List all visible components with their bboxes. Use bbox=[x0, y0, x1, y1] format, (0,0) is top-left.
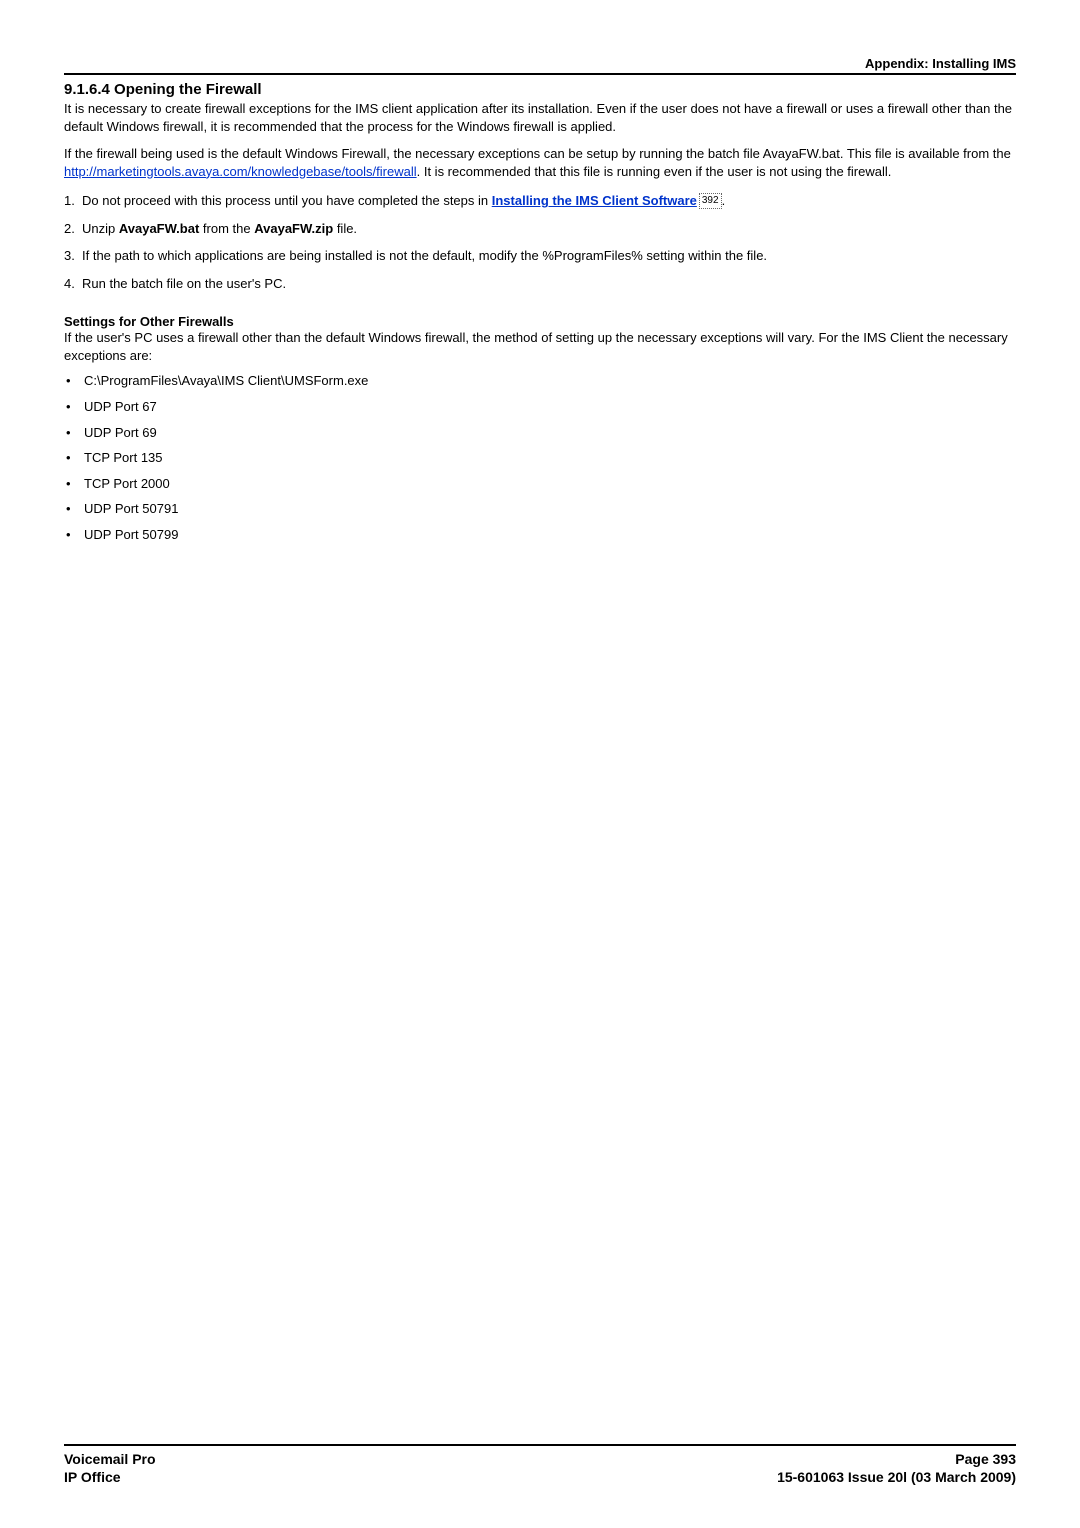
step3-text: If the path to which applications are be… bbox=[82, 247, 1016, 265]
step-number: 4. bbox=[64, 275, 82, 293]
exception-2: UDP Port 69 bbox=[84, 424, 157, 442]
exception-1: UDP Port 67 bbox=[84, 398, 157, 416]
step-1: 1. Do not proceed with this process unti… bbox=[64, 192, 1016, 210]
step-number: 2. bbox=[64, 220, 82, 238]
step1-text-b: . bbox=[722, 193, 726, 208]
page-content: Appendix: Installing IMS 9.1.6.4 Opening… bbox=[0, 0, 1080, 543]
list-item: C:\ProgramFiles\Avaya\IMS Client\UMSForm… bbox=[64, 372, 1016, 390]
exception-6: UDP Port 50799 bbox=[84, 526, 178, 544]
list-item: TCP Port 2000 bbox=[64, 475, 1016, 493]
step1-text-a: Do not proceed with this process until y… bbox=[82, 193, 492, 208]
appendix-title: Appendix: Installing IMS bbox=[865, 56, 1016, 71]
section-title-text: Opening the Firewall bbox=[114, 81, 262, 98]
section-heading: 9.1.6.4 Opening the Firewall bbox=[64, 81, 1016, 98]
step4-text: Run the batch file on the user's PC. bbox=[82, 275, 1016, 293]
firewall-kb-link[interactable]: http://marketingtools.avaya.com/knowledg… bbox=[64, 164, 417, 179]
other-firewalls-heading: Settings for Other Firewalls bbox=[64, 314, 1016, 329]
footer-issue: 15-601063 Issue 20l (03 March 2009) bbox=[777, 1468, 1016, 1486]
p2-text-b: . It is recommended that this file is ru… bbox=[417, 164, 892, 179]
step-2: 2. Unzip AvayaFW.bat from the AvayaFW.zi… bbox=[64, 220, 1016, 238]
page-ref-badge: 392 bbox=[699, 193, 722, 209]
step2-text-d: file. bbox=[333, 221, 357, 236]
step2-file-zip: AvayaFW.zip bbox=[254, 221, 333, 236]
intro-paragraph-2: If the firewall being used is the defaul… bbox=[64, 145, 1016, 180]
step-number: 1. bbox=[64, 192, 82, 210]
step2-file-bat: AvayaFW.bat bbox=[119, 221, 199, 236]
exceptions-list: C:\ProgramFiles\Avaya\IMS Client\UMSForm… bbox=[64, 372, 1016, 543]
list-item: TCP Port 135 bbox=[64, 449, 1016, 467]
step-number: 3. bbox=[64, 247, 82, 265]
install-client-xref-link[interactable]: Installing the IMS Client Software bbox=[492, 193, 697, 208]
exception-3: TCP Port 135 bbox=[84, 449, 163, 467]
exception-5: UDP Port 50791 bbox=[84, 500, 178, 518]
exception-4: TCP Port 2000 bbox=[84, 475, 170, 493]
footer-page: Page 393 bbox=[777, 1450, 1016, 1468]
other-firewalls-text: If the user's PC uses a firewall other t… bbox=[64, 329, 1016, 364]
step-4: 4. Run the batch file on the user's PC. bbox=[64, 275, 1016, 293]
step2-text-c: from the bbox=[199, 221, 254, 236]
list-item: UDP Port 50791 bbox=[64, 500, 1016, 518]
install-steps: 1. Do not proceed with this process unti… bbox=[64, 192, 1016, 292]
exception-0: C:\ProgramFiles\Avaya\IMS Client\UMSForm… bbox=[84, 372, 368, 390]
list-item: UDP Port 67 bbox=[64, 398, 1016, 416]
step2-text-a: Unzip bbox=[82, 221, 119, 236]
intro-paragraph-1: It is necessary to create firewall excep… bbox=[64, 100, 1016, 135]
list-item: UDP Port 69 bbox=[64, 424, 1016, 442]
list-item: UDP Port 50799 bbox=[64, 526, 1016, 544]
footer-product: Voicemail Pro bbox=[64, 1450, 156, 1468]
section-number: 9.1.6.4 bbox=[64, 81, 110, 98]
footer-platform: IP Office bbox=[64, 1468, 156, 1486]
page-header: Appendix: Installing IMS bbox=[64, 56, 1016, 75]
step-3: 3. If the path to which applications are… bbox=[64, 247, 1016, 265]
p2-text-a: If the firewall being used is the defaul… bbox=[64, 146, 1011, 161]
page-footer: Voicemail Pro IP Office Page 393 15-6010… bbox=[64, 1444, 1016, 1486]
